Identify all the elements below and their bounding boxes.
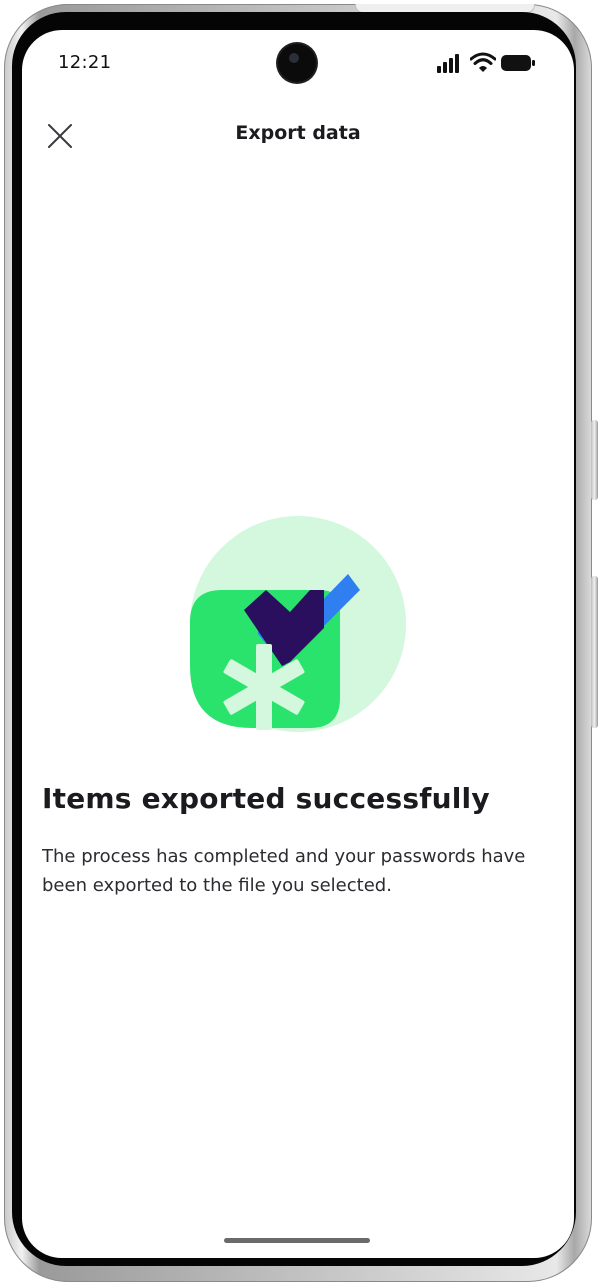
power-button [591, 576, 598, 728]
screen: 12:21 Export data Items exported success… [22, 30, 574, 1258]
success-headline: Items exported successfully [42, 782, 490, 815]
wifi-icon [470, 52, 496, 72]
signal-icon [437, 54, 459, 73]
page-title: Export data [235, 122, 361, 144]
status-icons [436, 52, 536, 74]
home-indicator[interactable] [224, 1238, 370, 1243]
volume-button [591, 420, 598, 500]
battery-icon [501, 55, 535, 71]
success-description: The process has completed and your passw… [42, 846, 526, 896]
front-camera [278, 44, 316, 82]
status-time: 12:21 [58, 52, 112, 73]
export-success-illustration [190, 516, 406, 732]
